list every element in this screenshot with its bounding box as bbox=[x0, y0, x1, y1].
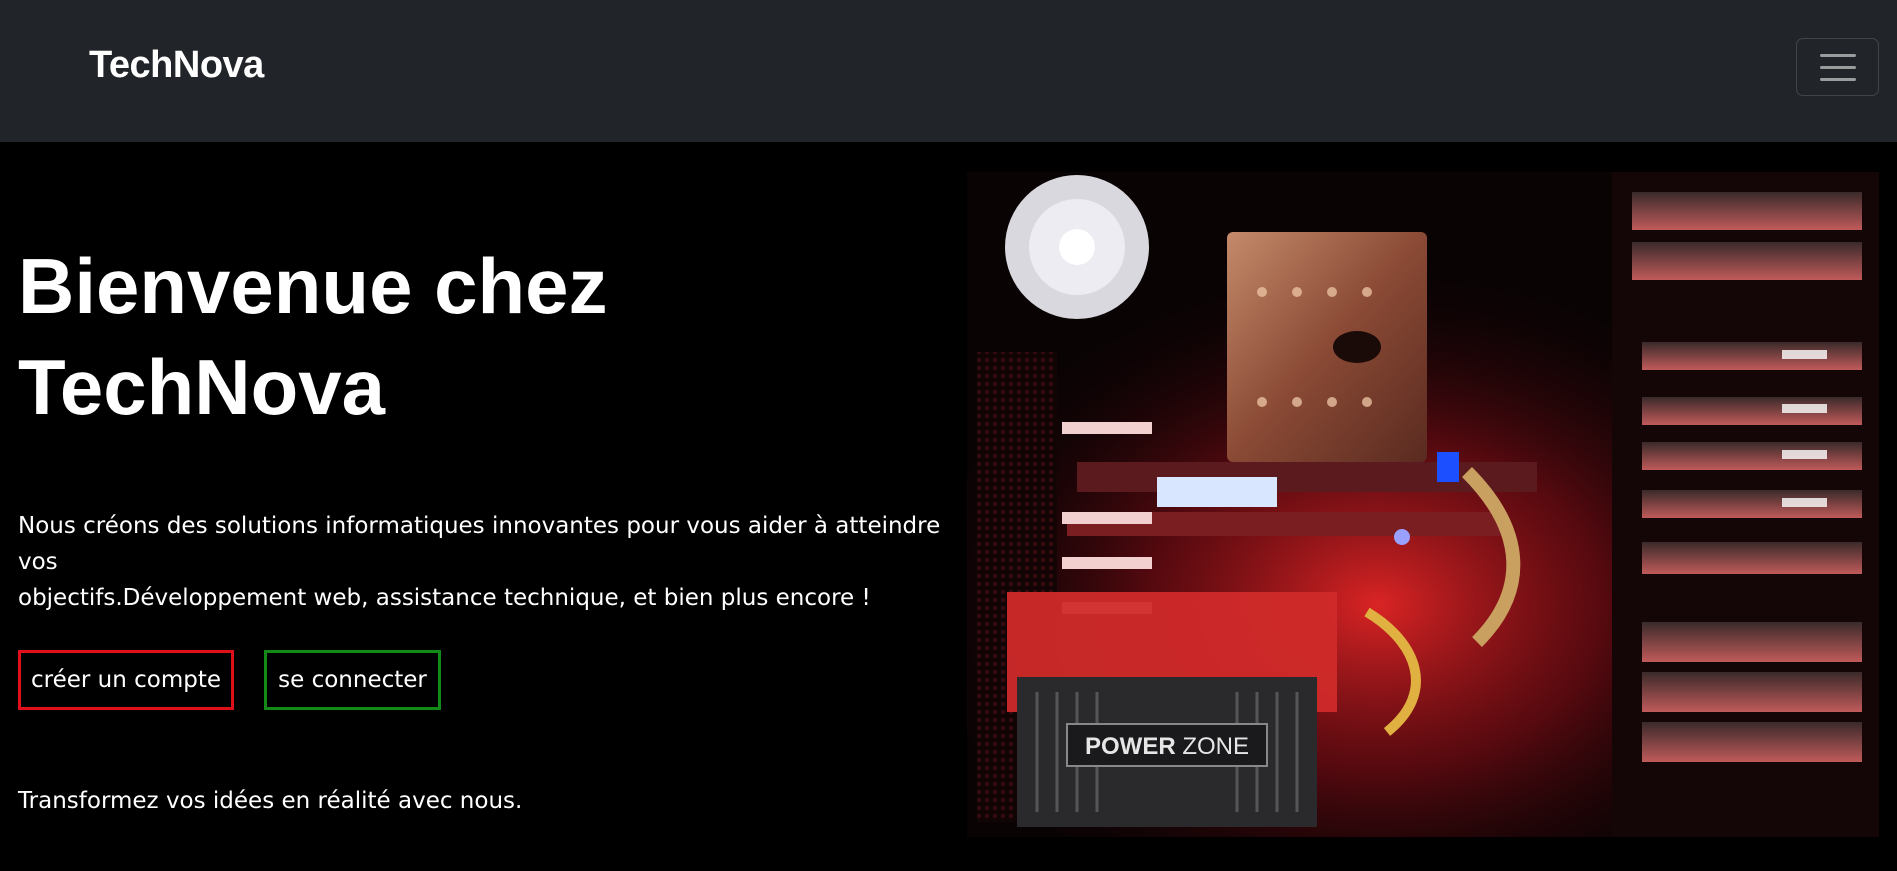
navbar-brand[interactable]: TechNova bbox=[89, 44, 264, 87]
hero-title-line2: TechNova bbox=[18, 343, 385, 431]
hero-tagline: Transformez vos idées en réalité avec no… bbox=[18, 788, 523, 814]
psu-label-rest: ZONE bbox=[1176, 733, 1249, 760]
svg-text:POWER ZONE: POWER ZONE bbox=[1085, 733, 1249, 760]
create-account-button[interactable]: créer un compte bbox=[18, 650, 234, 710]
hero-description-line2: objectifs.Développement web, assistance … bbox=[18, 585, 871, 611]
psu-label-bold: POWER bbox=[1085, 733, 1176, 760]
hero-title-line1: Bienvenue chez bbox=[18, 242, 608, 330]
hero-title: Bienvenue chez TechNova bbox=[18, 236, 918, 438]
navbar-toggler-button[interactable] bbox=[1796, 38, 1879, 96]
hero-description: Nous créons des solutions informatiques … bbox=[18, 508, 958, 616]
navbar: TechNova bbox=[0, 0, 1897, 142]
login-button[interactable]: se connecter bbox=[264, 650, 441, 710]
hero-image-pc-internals: POWER ZONE bbox=[967, 172, 1879, 837]
hero-description-line1: Nous créons des solutions informatiques … bbox=[18, 513, 941, 575]
hamburger-menu-icon bbox=[1820, 54, 1856, 82]
